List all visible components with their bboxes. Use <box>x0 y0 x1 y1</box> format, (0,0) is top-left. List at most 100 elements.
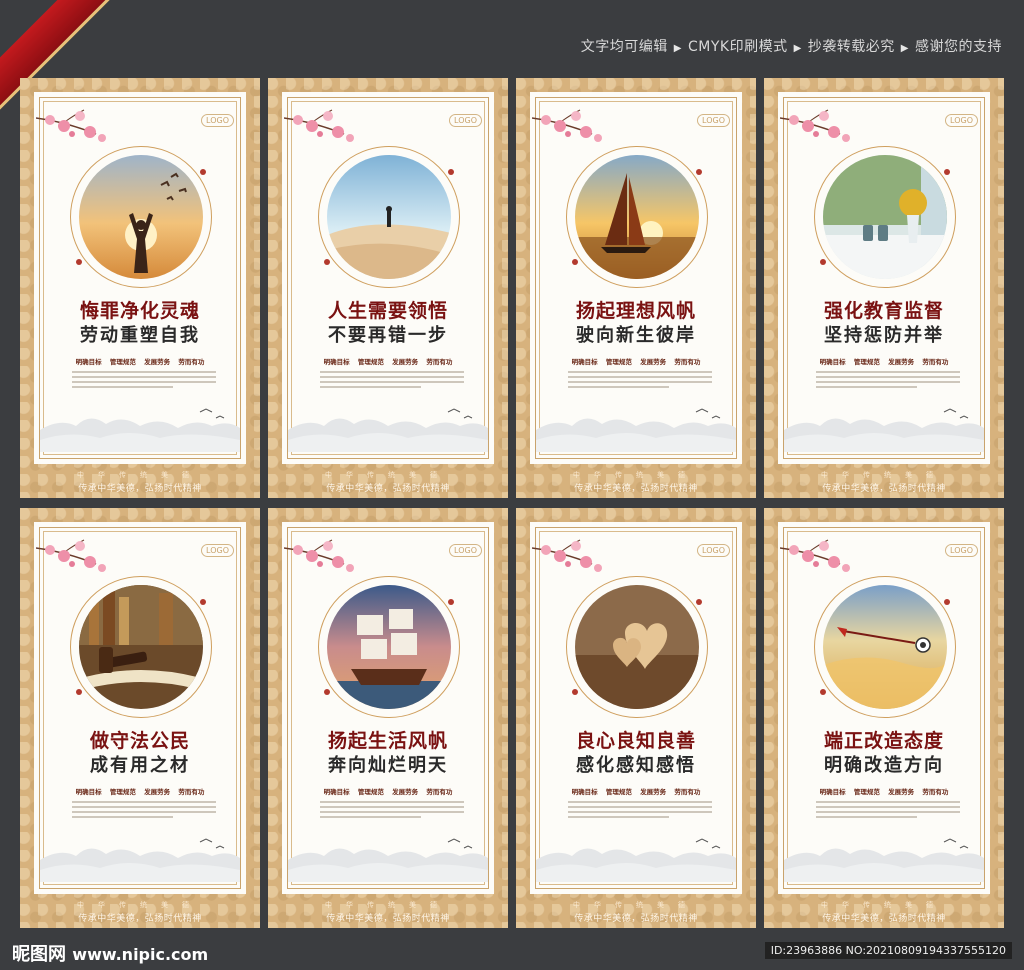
tag: 劳而有功 <box>922 358 949 366</box>
tag: 管理规范 <box>357 788 384 796</box>
poster-subtitle: 劳动重塑自我 <box>80 325 200 346</box>
tag-row: 明确目标 管理规范 发展劳务 劳而有功 <box>282 786 494 796</box>
logo-badge: LOGO <box>945 114 978 127</box>
separator-icon: ▶ <box>673 43 682 54</box>
poster-slogan: 传承中华美德，弘扬时代精神 <box>78 484 202 494</box>
ink-mountains <box>40 822 240 882</box>
poster-card: LOGO 扬起理想风帆 驶向新生彼岸 明确目标 管理规范 发展劳务 劳而有功 中… <box>516 78 756 498</box>
tag: 劳而有功 <box>178 358 205 366</box>
ink-mountains <box>536 822 736 882</box>
gavel-book-image <box>79 585 203 709</box>
body-text-block <box>320 798 464 821</box>
poster-slogan: 传承中华美德，弘扬时代精神 <box>822 484 946 494</box>
photo-ring <box>318 146 460 288</box>
tag: 劳而有功 <box>178 788 205 796</box>
poster-title: 悔罪净化灵魂 <box>79 300 200 322</box>
body-text-block <box>816 368 960 391</box>
plum-blossom-icon <box>531 538 612 578</box>
desert-walker-image <box>327 155 451 279</box>
photo-ring <box>566 576 708 718</box>
poster-slogan: 传承中华美德，弘扬时代精神 <box>574 484 698 494</box>
tag: 明确目标 <box>323 358 350 366</box>
body-text-block <box>72 798 216 821</box>
feature-3: 抄袭转载必究 <box>807 39 895 55</box>
tag: 管理规范 <box>109 358 136 366</box>
poster-panel: LOGO 良心良知良善 感化感知感悟 明确目标 管理规范 发展劳务 劳而有功 <box>530 522 742 894</box>
photo-ring <box>318 576 460 718</box>
plum-blossom-icon <box>779 538 860 578</box>
tag: 管理规范 <box>853 788 880 796</box>
logo-badge: LOGO <box>201 114 234 127</box>
tag: 管理规范 <box>605 788 632 796</box>
feature-2: CMYK印刷模式 <box>688 39 788 55</box>
poster-panel: LOGO 做守法公民 成有用之材 明确目标 管理规范 发展劳务 劳而有功 <box>34 522 246 894</box>
tag: 明确目标 <box>323 788 350 796</box>
tag: 明确目标 <box>571 358 598 366</box>
feature-bar: 文字均可编辑 ▶ CMYK印刷模式 ▶ 抄袭转载必究 ▶ 感谢您的支持 <box>581 36 1002 56</box>
poster-card: LOGO 悔罪净化灵魂 劳动重塑自我 明确目标 管理规范 发展劳务 劳而有功 中… <box>20 78 260 498</box>
logo-badge: LOGO <box>697 544 730 557</box>
tag: 管理规范 <box>357 358 384 366</box>
tag: 劳而有功 <box>674 788 701 796</box>
plum-blossom-icon <box>35 538 116 578</box>
poster-title: 扬起生活风帆 <box>327 730 448 752</box>
tag-row: 明确目标 管理规范 发展劳务 劳而有功 <box>778 356 990 366</box>
person-sunset-image <box>79 155 203 279</box>
body-text-block <box>568 798 712 821</box>
virtue-characters: 中华传统美德 <box>77 901 203 909</box>
poster-card: LOGO 做守法公民 成有用之材 明确目标 管理规范 发展劳务 劳而有功 中华传… <box>20 508 260 928</box>
logo-badge: LOGO <box>945 544 978 557</box>
poster-subtitle: 坚持惩防并举 <box>824 325 944 346</box>
virtue-characters: 中华传统美德 <box>573 471 699 479</box>
tag: 管理规范 <box>109 788 136 796</box>
tag: 发展劳务 <box>392 788 419 796</box>
heart-cookies-image <box>575 585 699 709</box>
poster-title: 扬起理想风帆 <box>575 300 696 322</box>
ink-mountains <box>288 392 488 452</box>
poster-title: 强化教育监督 <box>823 300 944 322</box>
body-text-block <box>816 798 960 821</box>
tag: 明确目标 <box>819 358 846 366</box>
photo-ring <box>70 146 212 288</box>
separator-icon: ▶ <box>793 43 802 54</box>
feature-4: 感谢您的支持 <box>915 39 1002 55</box>
poster-card: LOGO 良心良知良善 感化感知感悟 明确目标 管理规范 发展劳务 劳而有功 中… <box>516 508 756 928</box>
tag: 明确目标 <box>571 788 598 796</box>
ink-mountains <box>40 392 240 452</box>
photo-ring <box>70 576 212 718</box>
body-text-block <box>568 368 712 391</box>
tag: 发展劳务 <box>144 358 171 366</box>
site-url: www.nipic.com <box>72 945 209 964</box>
poster-title: 端正改造态度 <box>823 730 944 752</box>
window-flowers-image <box>823 155 947 279</box>
tag: 发展劳务 <box>888 788 915 796</box>
poster-slogan: 传承中华美德，弘扬时代精神 <box>326 914 450 924</box>
poster-card: LOGO 扬起生活风帆 奔向灿烂明天 明确目标 管理规范 发展劳务 劳而有功 中… <box>268 508 508 928</box>
poster-slogan: 传承中华美德，弘扬时代精神 <box>326 484 450 494</box>
poster-card: LOGO 端正改造态度 明确改造方向 明确目标 管理规范 发展劳务 劳而有功 中… <box>764 508 1004 928</box>
photo-ring <box>814 146 956 288</box>
logo-badge: LOGO <box>697 114 730 127</box>
ink-mountains <box>288 822 488 882</box>
poster-subtitle: 明确改造方向 <box>824 755 944 776</box>
poster-title: 做守法公民 <box>89 730 190 752</box>
tag: 劳而有功 <box>922 788 949 796</box>
poster-panel: LOGO 强化教育监督 坚持惩防并举 明确目标 管理规范 发展劳务 劳而有功 <box>778 92 990 464</box>
tag-row: 明确目标 管理规范 发展劳务 劳而有功 <box>530 356 742 366</box>
virtue-characters: 中华传统美德 <box>573 901 699 909</box>
virtue-characters: 中华传统美德 <box>821 471 947 479</box>
tag-row: 明确目标 管理规范 发展劳务 劳而有功 <box>34 786 246 796</box>
logo-badge: LOGO <box>201 544 234 557</box>
tag: 发展劳务 <box>640 788 667 796</box>
poster-slogan: 传承中华美德，弘扬时代精神 <box>574 914 698 924</box>
virtue-characters: 中华传统美德 <box>77 471 203 479</box>
brand-name: 昵图网 <box>12 944 66 965</box>
ink-mountains <box>536 392 736 452</box>
virtue-characters: 中华传统美德 <box>821 901 947 909</box>
ink-mountains <box>784 822 984 882</box>
plum-blossom-icon <box>283 108 364 148</box>
tall-ship-image <box>327 585 451 709</box>
plum-blossom-icon <box>779 108 860 148</box>
plum-blossom-icon <box>35 108 116 148</box>
body-text-block <box>72 368 216 391</box>
